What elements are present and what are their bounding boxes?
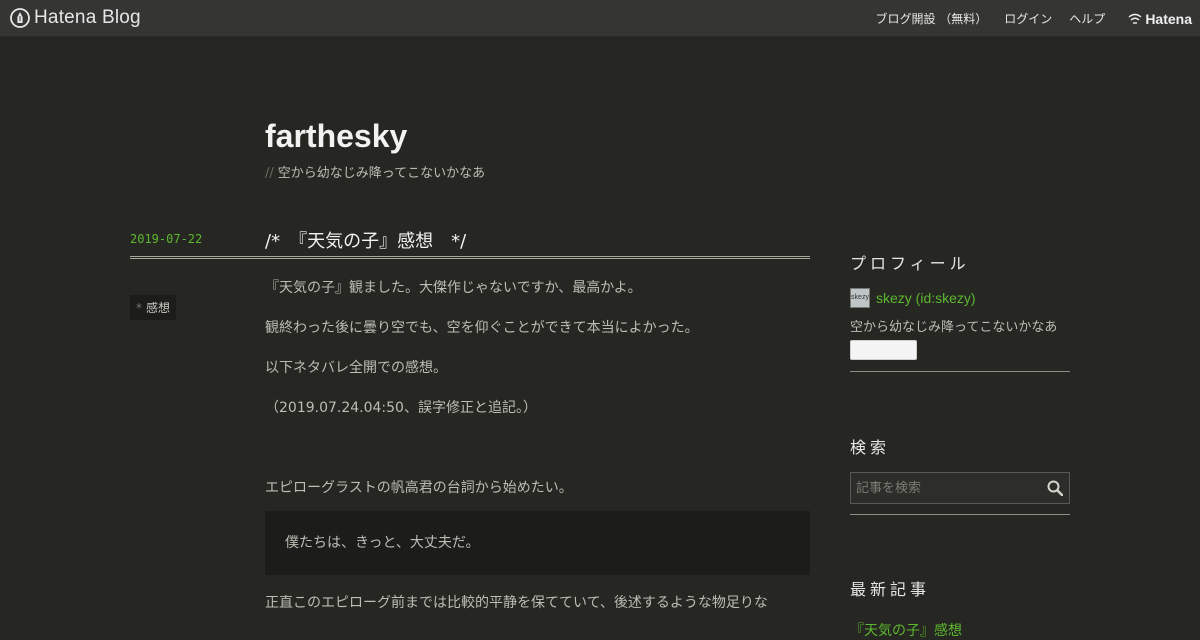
- search-input[interactable]: [856, 473, 1036, 503]
- global-header: Hatena Blog ブログ開設 （無料） ログイン ヘルプ Hatena: [0, 0, 1200, 37]
- entry-body: 『天気の子』観ました。大傑作じゃないですか、最高かよ。 観終わった後に曇り空でも…: [265, 278, 810, 633]
- category-label: 感想: [146, 301, 171, 315]
- module-divider: [850, 514, 1070, 515]
- entry-paragraph: 正直このエピローグ前までは比較的平静を保てていて、後述するような物足りな: [265, 595, 768, 611]
- blockquote: 僕たちは、きっと、大丈夫だ。: [265, 511, 810, 575]
- recent-entry-link[interactable]: 『天気の子』感想: [850, 620, 962, 640]
- entry-paragraph: 観終わった後に曇り空でも、空を仰ぐことができて本当によかった。: [265, 320, 699, 336]
- hatena-blog-logo[interactable]: Hatena Blog: [10, 7, 141, 29]
- entry-title-divider: [130, 256, 810, 259]
- hatena-blog-pen-icon: [10, 8, 30, 28]
- description-text: 空から幼なじみ降ってこないかなあ: [277, 166, 486, 181]
- description-prefix: //: [265, 166, 274, 181]
- follow-button[interactable]: [850, 340, 917, 360]
- profile-description: 空から幼なじみ降ってこないかなあ: [850, 320, 1058, 335]
- recent-module-title: 最新記事: [850, 580, 931, 599]
- entry-paragraph: 以下ネタバレ全開での感想。: [265, 360, 447, 376]
- hatena-brand-link[interactable]: Hatena: [1128, 11, 1192, 27]
- module-divider: [850, 371, 1070, 372]
- top-nav: ブログ開設 （無料） ログイン ヘルプ Hatena: [875, 0, 1200, 37]
- entry-paragraph: （2019.07.24.04:50、誤字修正と追記。）: [265, 400, 537, 416]
- search-icon[interactable]: [1047, 480, 1063, 496]
- search-form: [850, 472, 1070, 504]
- category-tag[interactable]: * 感想: [130, 295, 177, 320]
- search-module-title: 検索: [850, 438, 891, 457]
- blog-title[interactable]: farthesky: [265, 118, 407, 155]
- avatar[interactable]: skezy: [850, 288, 870, 308]
- profile-link[interactable]: skezy (id:skezy): [876, 290, 976, 306]
- blog-description: //空から幼なじみ降ってこないかなあ: [265, 162, 485, 181]
- entry-title[interactable]: /* 『天気の子』感想 */: [265, 227, 466, 253]
- profile-module-title: プロフィール: [850, 254, 970, 273]
- signup-link[interactable]: ブログ開設 （無料）: [875, 10, 987, 27]
- help-link[interactable]: ヘルプ: [1069, 10, 1105, 27]
- hatena-brand-text: Hatena: [1145, 10, 1192, 27]
- hatena-wifi-icon: [1128, 13, 1142, 24]
- category-marker: *: [136, 301, 142, 315]
- entry-paragraph: 『天気の子』観ました。大傑作じゃないですか、最高かよ。: [265, 280, 642, 296]
- entry-date[interactable]: 2019-07-22: [130, 232, 202, 246]
- logo-text: Hatena Blog: [34, 7, 141, 28]
- login-link[interactable]: ログイン: [1004, 10, 1052, 27]
- profile-row: skezy skezy (id:skezy): [850, 288, 976, 308]
